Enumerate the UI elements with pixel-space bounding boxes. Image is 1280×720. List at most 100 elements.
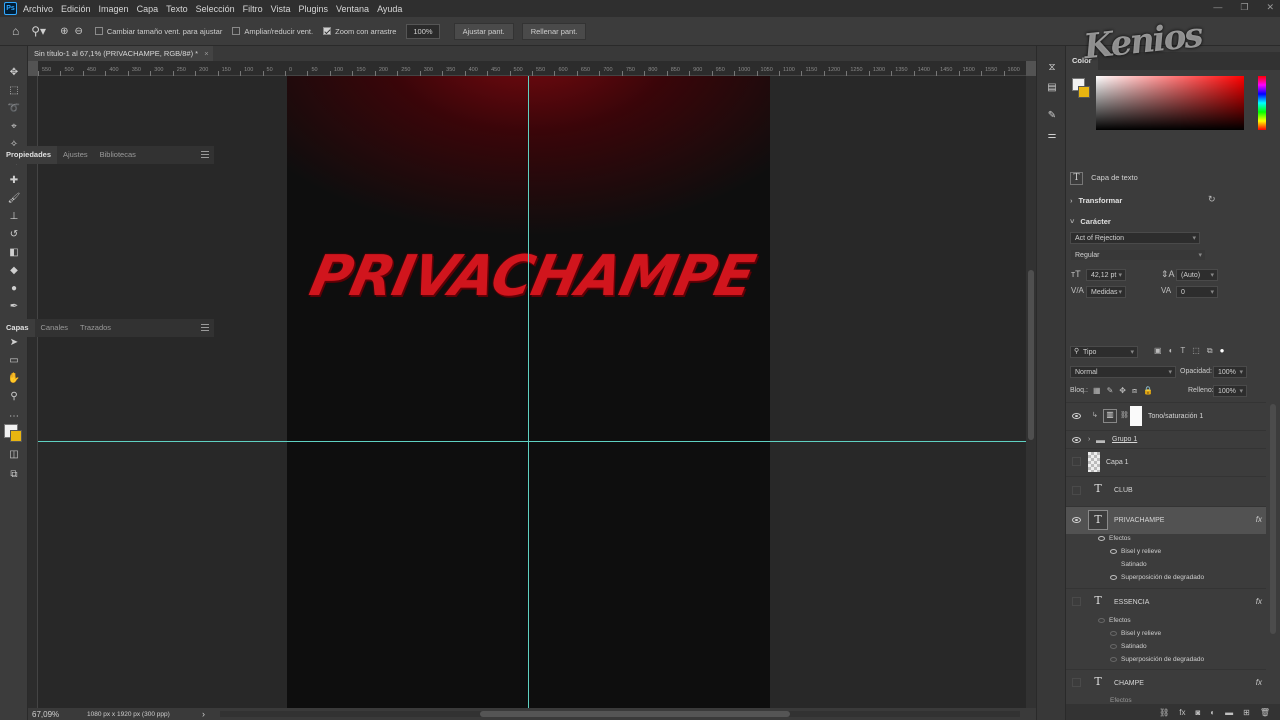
pen-tool-icon[interactable]: ✒ bbox=[6, 300, 22, 314]
eraser-tool-icon[interactable]: ◧ bbox=[6, 246, 22, 260]
lock-transparent-icon[interactable]: ▦ bbox=[1093, 386, 1101, 396]
layer-row[interactable]: T CLUB bbox=[1066, 476, 1266, 506]
layer-mask-thumbnail[interactable] bbox=[1130, 406, 1142, 426]
tab-channels[interactable]: Canales bbox=[35, 319, 75, 337]
menu-seleccion[interactable]: Selección bbox=[196, 4, 235, 14]
opacity-field[interactable]: 100% bbox=[1213, 366, 1247, 378]
fill-field[interactable]: 100% bbox=[1213, 385, 1247, 397]
resize-windows-option[interactable]: Cambiar tamaño vent. para ajustar bbox=[94, 27, 222, 36]
close-document-icon[interactable]: × bbox=[204, 49, 208, 58]
tab-layers[interactable]: Capas bbox=[0, 319, 35, 337]
layer-filter-dropdown[interactable]: ⚲ Tipo bbox=[1070, 346, 1138, 358]
zoom-all-option[interactable]: Ampliar/reducir vent. bbox=[232, 27, 313, 36]
font-size-field[interactable]: 42,12 pt bbox=[1086, 269, 1126, 281]
properties-menu-icon[interactable] bbox=[201, 151, 209, 158]
visibility-eye-icon[interactable] bbox=[1072, 517, 1081, 523]
delete-layer-icon[interactable]: 🗑 bbox=[1260, 708, 1270, 717]
menu-edicion[interactable]: Edición bbox=[61, 4, 91, 14]
layer-fx-icon[interactable]: fx bbox=[1256, 597, 1262, 606]
hue-slider[interactable] bbox=[1258, 76, 1266, 130]
menu-filtro[interactable]: Filtro bbox=[243, 4, 263, 14]
hand-tool-icon[interactable]: ✋ bbox=[6, 372, 22, 386]
filter-toggle-icon[interactable]: ● bbox=[1220, 346, 1225, 356]
effect-eye-icon[interactable] bbox=[1110, 643, 1117, 649]
layer-fx-icon[interactable]: fx bbox=[1256, 515, 1262, 524]
fill-screen-button[interactable]: Rellenar pant. bbox=[521, 22, 587, 40]
resize-windows-checkbox[interactable] bbox=[94, 27, 103, 35]
horizontal-scroll-thumb[interactable] bbox=[480, 711, 790, 717]
zoom-percent-field[interactable]: 100% bbox=[406, 23, 440, 39]
effects-header[interactable]: Efectos bbox=[1098, 617, 1131, 630]
font-family-dropdown[interactable]: Act of Rejection bbox=[1070, 232, 1200, 244]
menu-ventana[interactable]: Ventana bbox=[336, 4, 369, 14]
layer-name[interactable]: CLUB bbox=[1114, 487, 1133, 494]
document-tab[interactable]: Sin título-1 al 67,1% (PRIVACHAMPE, RGB/… bbox=[28, 46, 213, 61]
background-color-swatch[interactable] bbox=[10, 430, 22, 442]
status-arrow-icon[interactable]: › bbox=[202, 709, 205, 719]
menu-plugins[interactable]: Plugins bbox=[299, 4, 329, 14]
object-selection-tool-icon[interactable]: ⌖ bbox=[6, 120, 22, 134]
group-chevron-icon[interactable]: › bbox=[1088, 436, 1090, 443]
scrubby-zoom-option[interactable]: Zoom con arrastre bbox=[323, 27, 396, 36]
adjust-panel-icon[interactable]: ⚌ bbox=[1045, 130, 1059, 144]
layer-name[interactable]: CHAMPE bbox=[1114, 680, 1144, 687]
vertical-scroll-thumb[interactable] bbox=[1028, 270, 1034, 440]
effect-item[interactable]: Satinado bbox=[1110, 643, 1147, 656]
filter-pixel-icon[interactable]: ▣ bbox=[1154, 346, 1162, 356]
menu-vista[interactable]: Vista bbox=[271, 4, 291, 14]
blend-mode-dropdown[interactable]: Normal bbox=[1070, 366, 1176, 378]
zoom-in-icon[interactable]: ⊕ bbox=[60, 26, 68, 37]
visibility-toggle-empty[interactable] bbox=[1072, 597, 1081, 606]
lock-position-icon[interactable]: ✥ bbox=[1119, 386, 1126, 396]
menu-imagen[interactable]: Imagen bbox=[99, 4, 129, 14]
add-mask-icon[interactable]: ◙ bbox=[1195, 708, 1200, 717]
layer-row[interactable]: › ▬ Grupo 1 bbox=[1066, 430, 1266, 448]
history-panel-icon[interactable]: ⧖ bbox=[1045, 62, 1059, 76]
history-brush-tool-icon[interactable]: ↺ bbox=[6, 228, 22, 242]
brush-settings-icon[interactable]: ✎ bbox=[1045, 110, 1059, 124]
zoom-tool-icon[interactable]: ⚲ bbox=[6, 390, 22, 404]
home-icon[interactable]: ⌂ bbox=[12, 24, 19, 38]
healing-brush-tool-icon[interactable]: ✚ bbox=[6, 174, 22, 188]
layer-name[interactable]: PRIVACHAMPE bbox=[1114, 517, 1164, 524]
layer-row[interactable]: T ESSENCIA fx bbox=[1066, 588, 1266, 616]
add-style-icon[interactable]: fx bbox=[1179, 708, 1185, 717]
tracking-field[interactable]: 0 bbox=[1176, 286, 1218, 298]
menu-archivo[interactable]: Archivo bbox=[23, 4, 53, 14]
clone-stamp-tool-icon[interactable]: ⊥ bbox=[6, 210, 22, 224]
effect-eye-icon[interactable] bbox=[1110, 630, 1117, 636]
effect-eye-icon[interactable] bbox=[1110, 548, 1117, 554]
tab-properties[interactable]: Propiedades bbox=[0, 146, 58, 164]
lasso-tool-icon[interactable]: ➰ bbox=[6, 102, 22, 116]
visibility-eye-icon[interactable] bbox=[1072, 413, 1081, 419]
lock-all-icon[interactable]: 🔒 bbox=[1143, 386, 1153, 396]
effect-item[interactable]: Superposición de degradado bbox=[1110, 574, 1204, 587]
layer-name[interactable]: ESSENCIA bbox=[1114, 599, 1149, 606]
link-layers-icon[interactable]: ⛓ bbox=[1159, 708, 1169, 717]
visibility-toggle-empty[interactable] bbox=[1072, 486, 1081, 495]
layer-name[interactable]: Capa 1 bbox=[1106, 459, 1129, 466]
close-window-icon[interactable]: ✕ bbox=[1266, 2, 1274, 13]
layers-scroll-thumb[interactable] bbox=[1270, 404, 1276, 634]
fit-screen-button[interactable]: Ajustar pant. bbox=[453, 22, 514, 40]
marquee-tool-icon[interactable]: ⬚ bbox=[6, 84, 22, 98]
layer-row[interactable]: Capa 1 bbox=[1066, 448, 1266, 476]
layer-name[interactable]: Tono/saturación 1 bbox=[1148, 413, 1203, 420]
screen-mode-icon[interactable]: ⧉ bbox=[6, 468, 22, 482]
zoom-tool-preset-icon[interactable]: ⚲▾ bbox=[31, 24, 46, 38]
scrubby-zoom-checkbox[interactable] bbox=[323, 27, 332, 35]
filter-type-icon[interactable]: T bbox=[1180, 346, 1185, 356]
tab-libraries[interactable]: Bibliotecas bbox=[94, 146, 142, 164]
effects-header[interactable]: Efectos bbox=[1098, 535, 1131, 548]
move-tool-icon[interactable]: ✥ bbox=[6, 66, 22, 80]
filter-smart-icon[interactable]: ⧉ bbox=[1207, 346, 1213, 356]
filter-shape-icon[interactable]: ⬚ bbox=[1192, 346, 1200, 356]
effect-item[interactable]: Bisel y relieve bbox=[1110, 548, 1161, 561]
filter-adjust-icon[interactable]: ◐ bbox=[1169, 346, 1174, 356]
menu-capa[interactable]: Capa bbox=[137, 4, 159, 14]
tab-paths[interactable]: Trazados bbox=[74, 319, 117, 337]
layer-row-selected[interactable]: T PRIVACHAMPE fx bbox=[1066, 506, 1266, 534]
new-adjustment-icon[interactable]: ◐ bbox=[1210, 708, 1215, 717]
rectangle-tool-icon[interactable]: ▭ bbox=[6, 354, 22, 368]
reset-transform-icon[interactable]: ↻ bbox=[1208, 194, 1216, 205]
